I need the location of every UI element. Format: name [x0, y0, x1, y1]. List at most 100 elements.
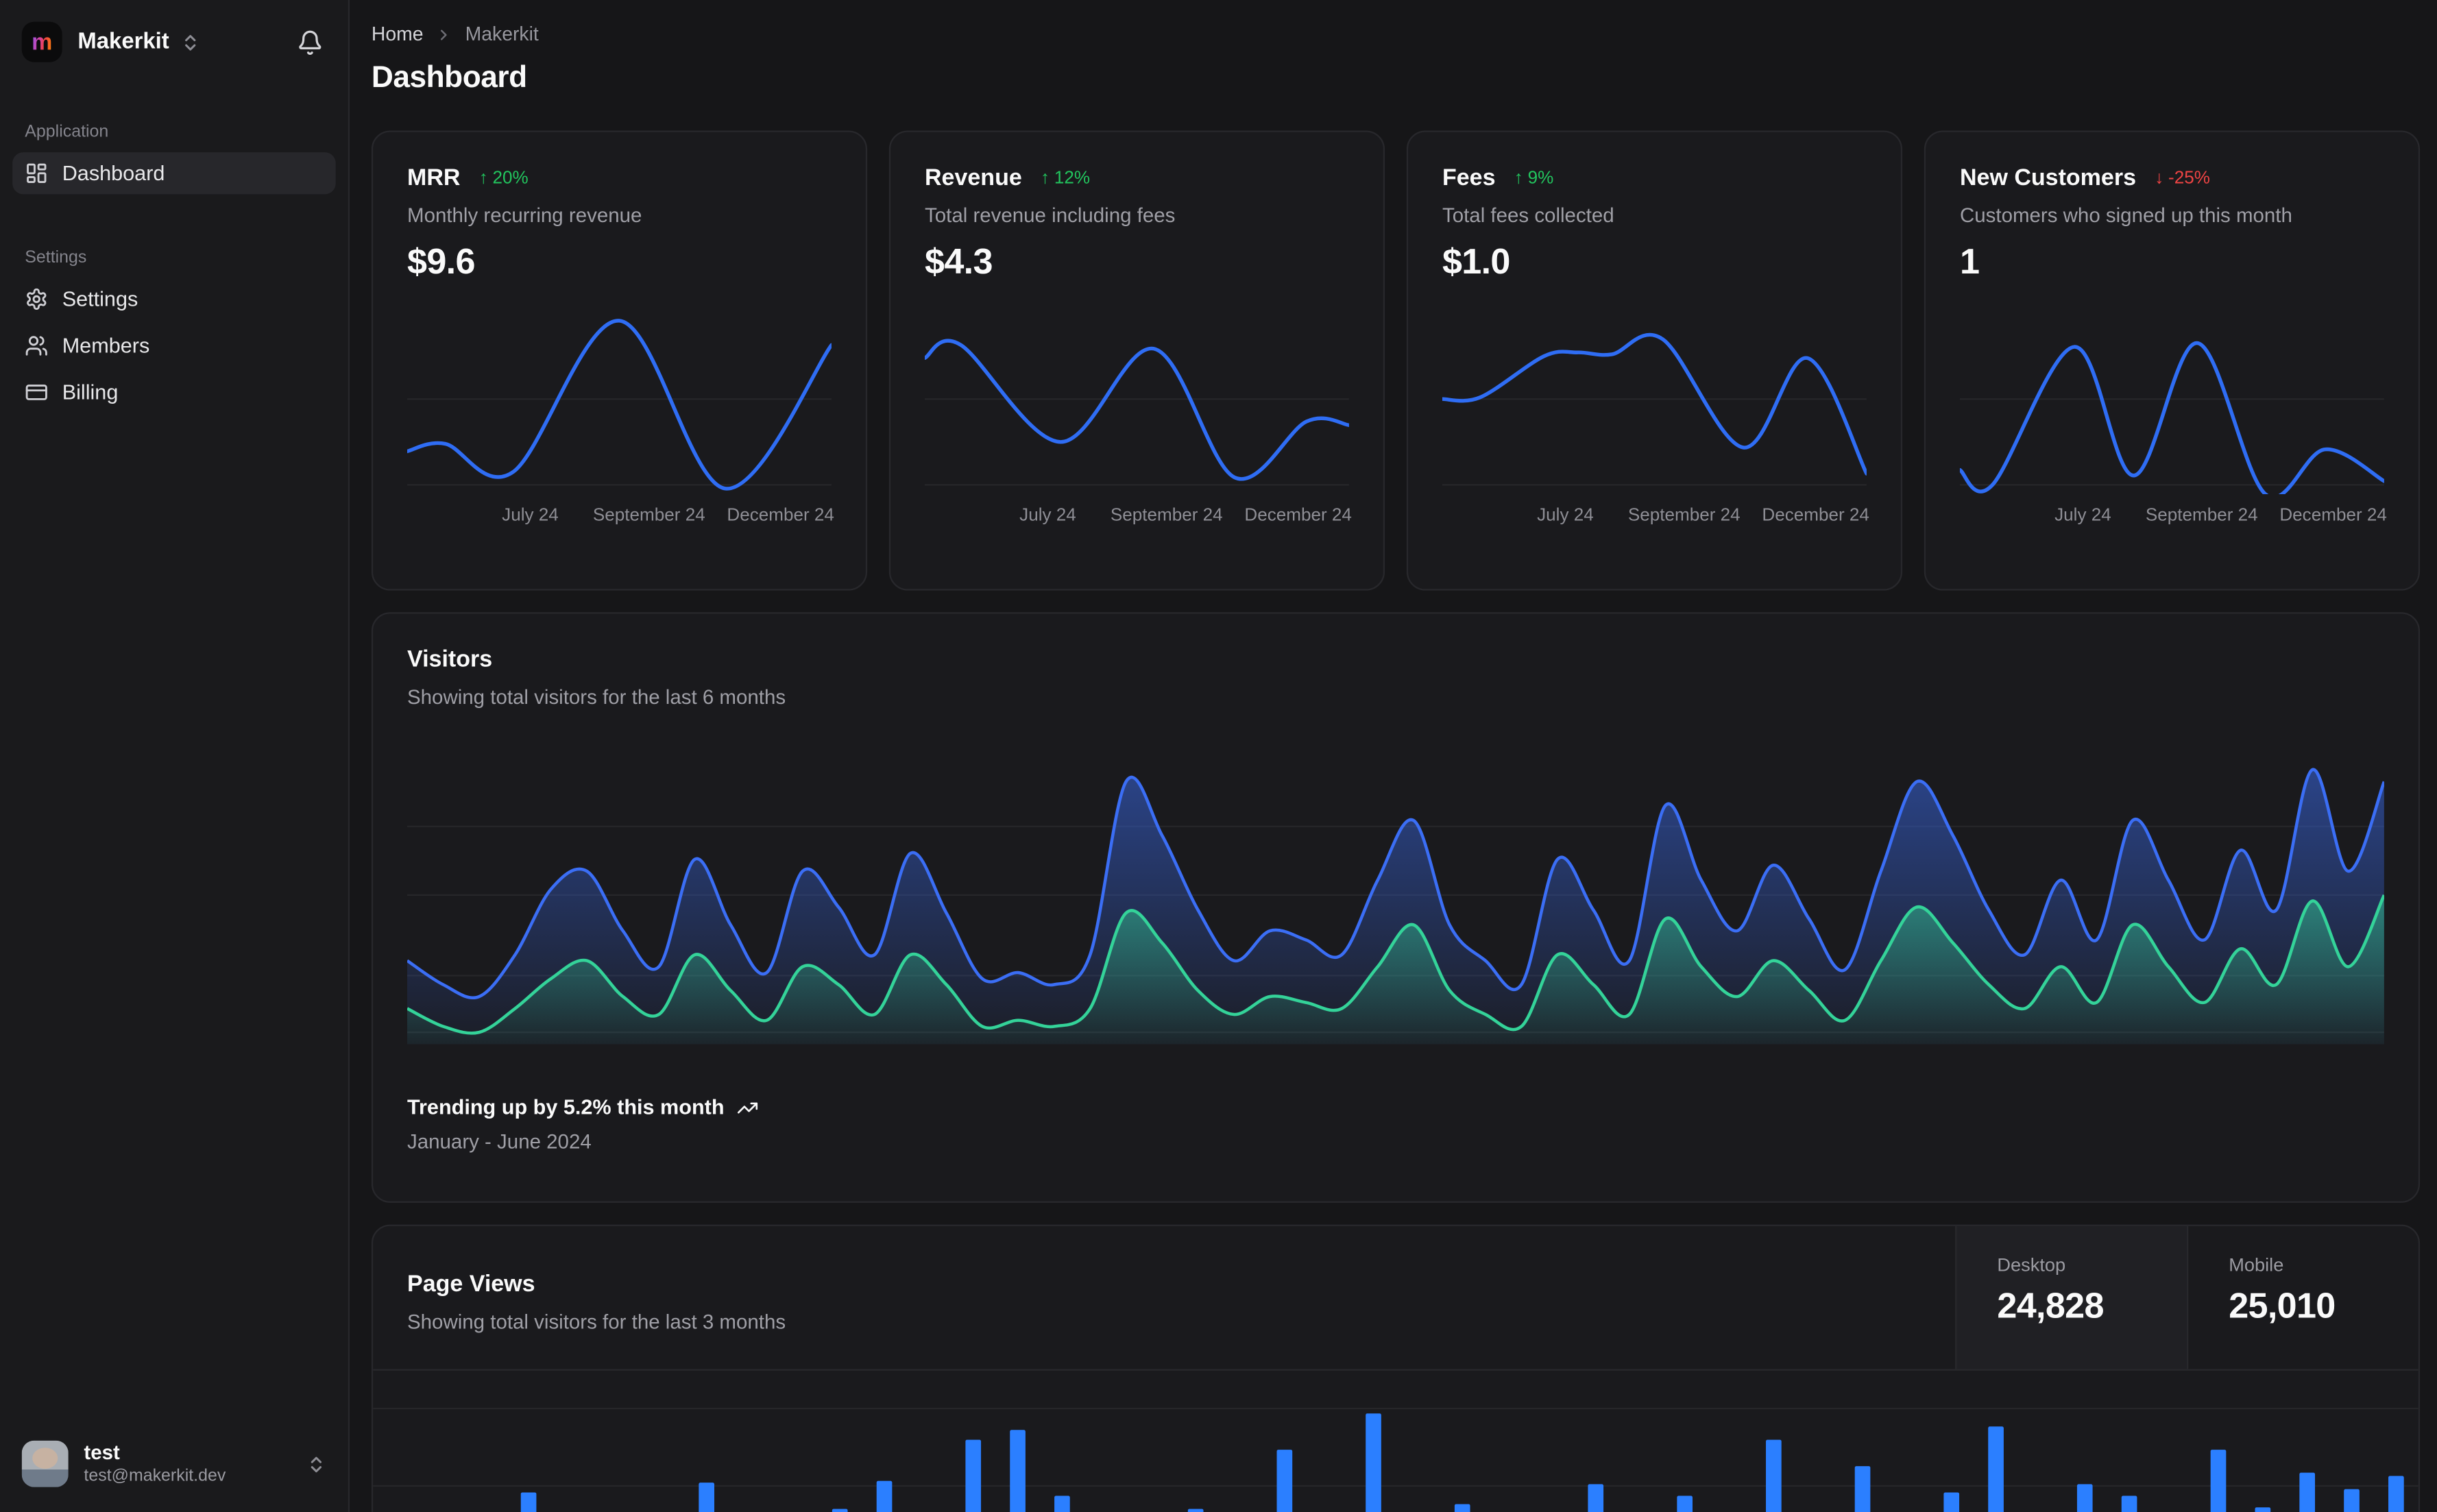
x-tick: September 24	[592, 507, 705, 526]
breadcrumb-current: Makerkit	[465, 23, 539, 45]
x-tick: December 24	[1244, 507, 1352, 526]
billing-icon	[25, 380, 48, 404]
revenue-sparkline-chart	[924, 308, 1349, 494]
x-tick: December 24	[1762, 507, 1869, 526]
new-customers-sparkline-chart	[1959, 308, 2384, 494]
avatar	[21, 1440, 69, 1487]
page-views-tabs: Desktop 24,828 Mobile 25,010	[1955, 1226, 2418, 1369]
tab-desktop[interactable]: Desktop 24,828	[1955, 1226, 2187, 1369]
stat-title: New Customers	[1959, 164, 2137, 191]
arrow-up-icon: ↑	[478, 168, 488, 188]
sidebar-item-dashboard[interactable]: Dashboard	[12, 152, 336, 195]
user-info: test test@makerkit.dev	[84, 1441, 226, 1487]
breadcrumb: Home Makerkit	[372, 22, 2420, 47]
user-name: test	[84, 1440, 120, 1464]
stat-card-new-customers: New Customers ↓ -25% Customers who signed…	[1924, 130, 2421, 591]
arrow-up-icon: ↑	[1514, 168, 1523, 188]
sidebar: m Makerkit Application Dashboard Setting…	[0, 0, 350, 1512]
stat-delta-badge: ↑ 20%	[479, 169, 529, 187]
tab-value: 24,828	[1997, 1284, 2104, 1326]
makerkit-logo: m	[21, 21, 62, 62]
stat-delta-value: 20%	[492, 168, 529, 188]
stat-cards-row: MRR ↑ 20% Monthly recurring revenue $9.6 …	[371, 130, 2421, 591]
visitors-subtitle: Showing total visitors for the last 6 mo…	[407, 685, 786, 709]
workspace-selector[interactable]: m Makerkit	[21, 21, 200, 62]
mrr-sparkline-chart	[407, 308, 832, 494]
members-icon	[25, 334, 48, 357]
visitors-title: Visitors	[407, 646, 493, 673]
stat-subtitle: Monthly recurring revenue	[407, 204, 642, 228]
stat-title: MRR	[407, 164, 461, 191]
visitors-footer: Trending up by 5.2% this month January -…	[407, 1095, 2384, 1153]
x-tick: December 24	[727, 507, 834, 526]
x-tick: July 24	[1019, 507, 1076, 526]
page-views-header: Page Views Showing total visitors for th…	[373, 1226, 2418, 1371]
page-views-title: Page Views	[407, 1271, 535, 1298]
arrow-down-icon: ↓	[2155, 168, 2164, 188]
visitors-area-chart	[407, 746, 2384, 1045]
stat-card-revenue: Revenue ↑ 12% Total revenue including fee…	[888, 130, 1385, 591]
sidebar-item-label: Billing	[62, 380, 119, 404]
stat-delta-badge: ↑ 12%	[1041, 169, 1090, 187]
sidebar-item-settings[interactable]: Settings	[12, 278, 336, 320]
section-label-settings: Settings	[25, 248, 87, 267]
page-title: Dashboard	[371, 60, 527, 95]
x-tick: December 24	[2279, 507, 2387, 526]
gear-icon	[25, 287, 48, 310]
breadcrumb-home[interactable]: Home	[372, 23, 424, 45]
tab-label: Desktop	[1997, 1254, 2066, 1276]
sidebar-item-label: Settings	[62, 287, 138, 311]
x-tick: September 24	[1627, 507, 1741, 526]
section-label-application: Application	[25, 123, 109, 142]
sparkline-x-axis: July 24 September 24 December 24	[1960, 507, 2387, 528]
workspace-name: Makerkit	[77, 29, 169, 55]
page-views-card: Page Views Showing total visitors for th…	[371, 1224, 2421, 1512]
sparkline-x-axis: July 24 September 24 December 24	[925, 507, 1352, 528]
trending-up-icon	[737, 1097, 759, 1119]
user-email: test@makerkit.dev	[84, 1466, 226, 1485]
sidebar-item-members[interactable]: Members	[12, 325, 336, 367]
stat-card-mrr: MRR ↑ 20% Monthly recurring revenue $9.6 …	[371, 130, 868, 591]
stat-delta-value: 12%	[1054, 168, 1091, 188]
stat-card-fees: Fees ↑ 9% Total fees collected $1.0 July …	[1406, 130, 1903, 591]
sidebar-item-label: Dashboard	[62, 161, 165, 185]
app-root: m Makerkit Application Dashboard Setting…	[0, 0, 2437, 1512]
fees-sparkline-chart	[1442, 308, 1867, 494]
stat-value: $4.3	[924, 241, 993, 282]
dashboard-icon	[25, 162, 48, 185]
tab-mobile[interactable]: Mobile 25,010	[2186, 1226, 2418, 1369]
x-tick: July 24	[502, 507, 559, 526]
stat-delta-badge: ↑ 9%	[1514, 169, 1554, 187]
sparkline-x-axis: July 24 September 24 December 24	[407, 507, 834, 528]
stat-value: $9.6	[407, 241, 475, 282]
user-menu[interactable]: test test@makerkit.dev	[12, 1431, 336, 1496]
x-tick: July 24	[1537, 507, 1594, 526]
logo-letter: m	[32, 28, 53, 56]
x-tick: September 24	[1110, 507, 1223, 526]
stat-delta-value: 9%	[1527, 168, 1554, 188]
stat-title: Revenue	[924, 164, 1022, 191]
stat-subtitle: Total revenue including fees	[924, 204, 1176, 228]
notifications-button[interactable]	[294, 25, 327, 58]
sidebar-item-label: Members	[62, 334, 150, 358]
main-content: Home Makerkit Dashboard MRR ↑ 20% Monthly…	[350, 0, 2437, 1512]
chevron-right-icon	[436, 25, 453, 42]
visitors-trend-text: Trending up by 5.2% this month	[407, 1095, 725, 1119]
stat-delta-value: -25%	[2168, 168, 2210, 188]
stat-value: 1	[1959, 241, 1980, 282]
page-views-bar-chart	[373, 1371, 2418, 1512]
arrow-up-icon: ↑	[1040, 168, 1050, 188]
sidebar-item-billing[interactable]: Billing	[12, 371, 336, 413]
sparkline-x-axis: July 24 September 24 December 24	[1442, 507, 1869, 528]
page-views-subtitle: Showing total visitors for the last 3 mo…	[407, 1310, 786, 1334]
x-tick: September 24	[2145, 507, 2258, 526]
sidebar-header: m Makerkit	[12, 20, 336, 63]
stat-subtitle: Customers who signed up this month	[1959, 204, 2292, 228]
stat-value: $1.0	[1442, 241, 1510, 282]
visitors-period: January - June 2024	[407, 1130, 592, 1154]
x-tick: July 24	[2054, 507, 2111, 526]
stat-subtitle: Total fees collected	[1442, 204, 1614, 228]
screenshot-stage: m Makerkit Application Dashboard Setting…	[0, 0, 2437, 1512]
chevrons-up-down-icon	[180, 32, 200, 51]
chevrons-up-down-icon	[306, 1454, 326, 1474]
